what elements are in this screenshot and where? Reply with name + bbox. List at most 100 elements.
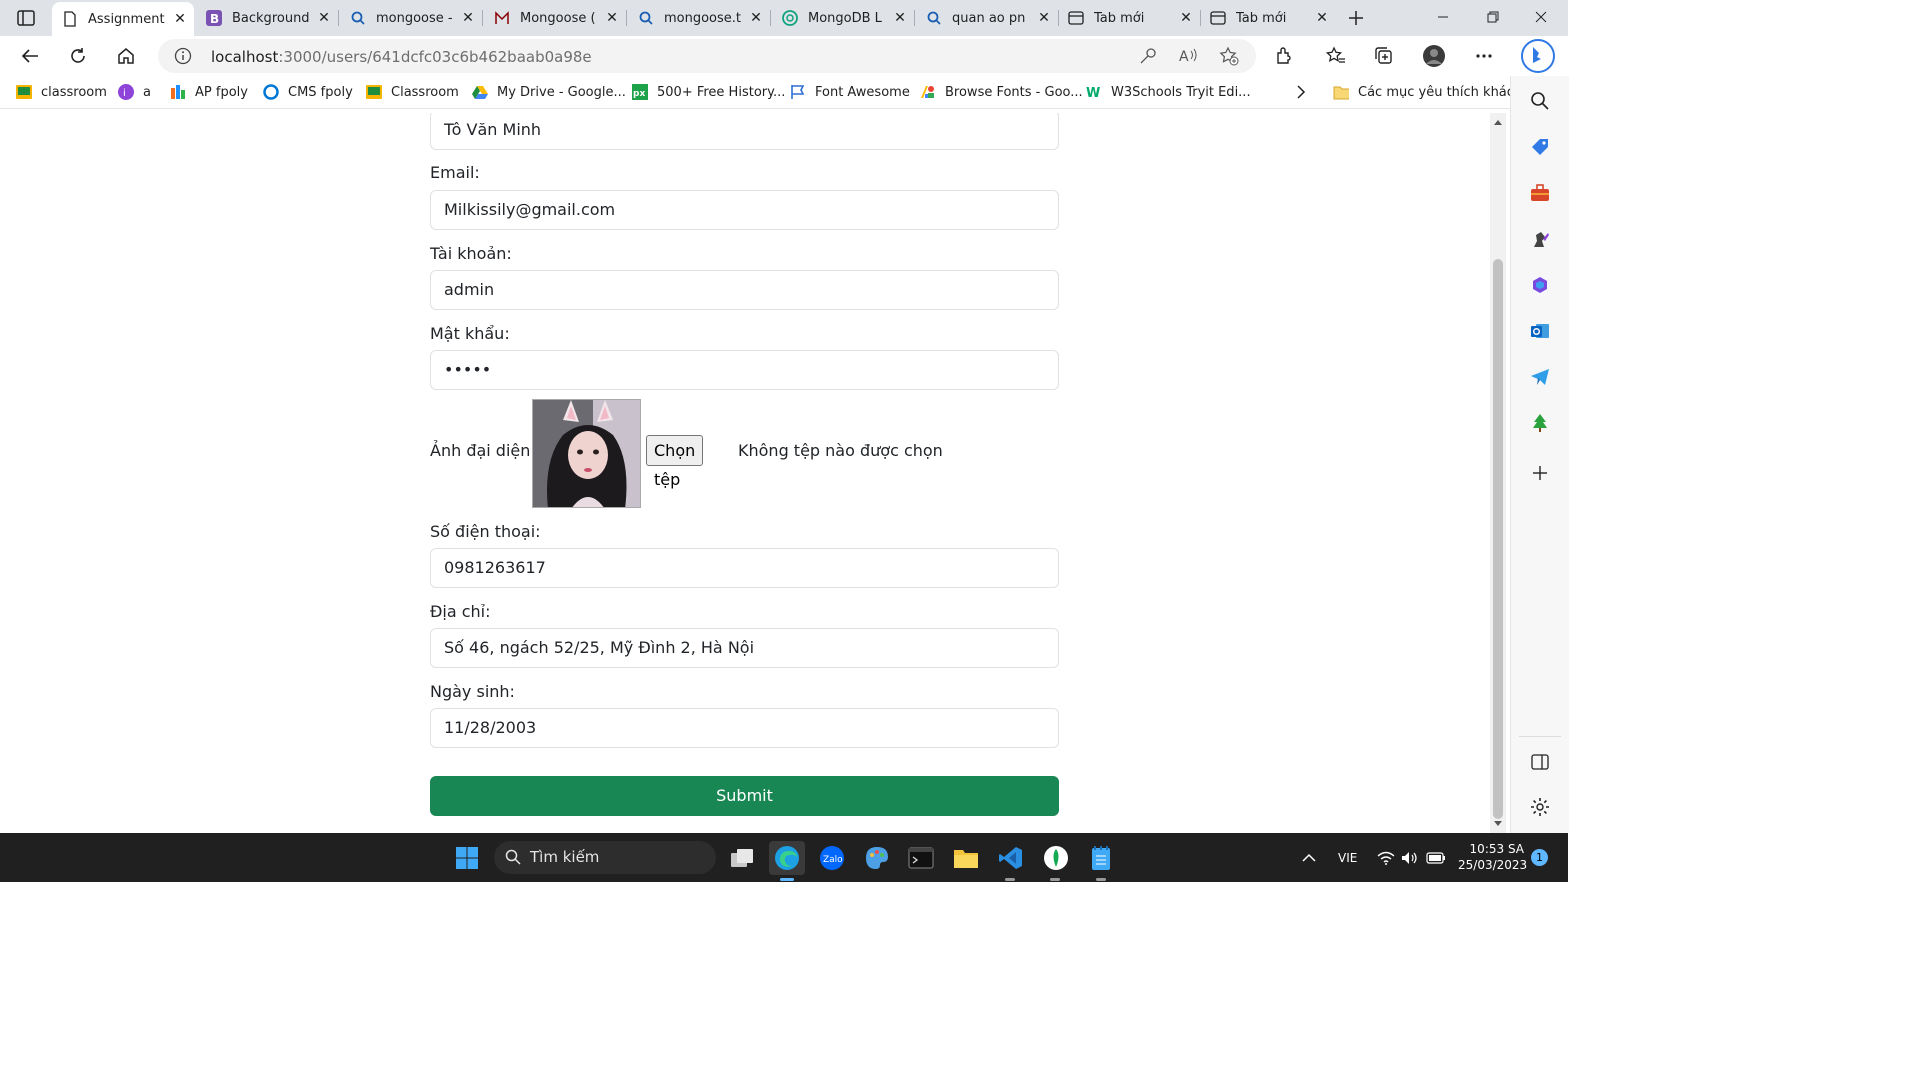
close-window-button[interactable] bbox=[1518, 0, 1564, 34]
bookmark-font-awesome[interactable]: Font Awesome bbox=[790, 82, 910, 102]
extensions-icon[interactable] bbox=[1268, 40, 1300, 72]
back-button[interactable] bbox=[14, 40, 46, 72]
language-indicator[interactable]: VIE bbox=[1338, 851, 1357, 865]
tab-mongoose-search[interactable]: mongoose - ✕ bbox=[340, 4, 482, 32]
close-icon[interactable]: ✕ bbox=[172, 11, 188, 27]
bookmark-classroom[interactable]: classroom bbox=[16, 82, 107, 102]
scroll-down-icon[interactable] bbox=[1494, 820, 1502, 828]
running-app-indicator bbox=[1050, 878, 1060, 881]
tab-mongoose-t[interactable]: mongoose.t ✕ bbox=[628, 4, 770, 32]
info-icon[interactable] bbox=[174, 47, 192, 65]
outlook-icon[interactable] bbox=[1527, 318, 1553, 344]
bookmark-w3schools[interactable]: W W3Schools Tryit Edi... bbox=[1086, 82, 1251, 102]
restore-button[interactable] bbox=[1470, 0, 1516, 34]
zalo-icon[interactable]: Zalo bbox=[814, 841, 850, 875]
address-bar[interactable]: localhost:3000/users/641dcfc03c6b462baab… bbox=[158, 39, 1256, 73]
phone-input[interactable]: 0981263617 bbox=[430, 548, 1059, 588]
search-icon[interactable] bbox=[1527, 88, 1553, 114]
add-sidebar-app-icon[interactable] bbox=[1527, 460, 1553, 486]
bookmark-a[interactable]: i a bbox=[118, 82, 151, 102]
settings-gear-icon[interactable] bbox=[1527, 794, 1553, 820]
tab-quan-ao[interactable]: quan ao pn ✕ bbox=[916, 4, 1058, 32]
volume-icon[interactable] bbox=[1399, 841, 1421, 875]
add-favorite-icon[interactable] bbox=[1219, 46, 1239, 66]
bookmark-cms-fpoly[interactable]: CMS fpoly bbox=[263, 82, 353, 102]
tab-title: MongoDB L bbox=[808, 10, 882, 26]
tab-new-1[interactable]: Tab mới ✕ bbox=[1058, 4, 1200, 32]
favorites-icon[interactable] bbox=[1320, 40, 1352, 72]
avatar-image bbox=[532, 399, 641, 508]
bookmark-my-drive[interactable]: My Drive - Google... bbox=[472, 82, 626, 102]
taskbar-search-box[interactable]: Tìm kiếm bbox=[494, 841, 716, 874]
paint-icon[interactable] bbox=[859, 841, 895, 875]
other-favorites-folder[interactable]: Các mục yêu thích khác bbox=[1333, 82, 1514, 102]
chevron-up-icon[interactable] bbox=[1291, 841, 1327, 875]
clock-time[interactable]: 10:53 SA bbox=[1462, 842, 1524, 856]
key-icon[interactable] bbox=[1138, 46, 1158, 66]
scroll-up-icon[interactable] bbox=[1494, 118, 1502, 126]
bing-chat-icon[interactable] bbox=[1520, 38, 1556, 74]
tab-actions-menu-icon[interactable] bbox=[10, 6, 42, 30]
tab-assignment[interactable]: Assignment ✕ bbox=[52, 2, 194, 36]
notepad-icon[interactable] bbox=[1083, 841, 1119, 875]
tab-new-2[interactable]: Tab mới ✕ bbox=[1200, 4, 1336, 32]
tab-mongodb[interactable]: MongoDB L ✕ bbox=[772, 4, 914, 32]
close-icon[interactable]: ✕ bbox=[604, 10, 620, 26]
tab-separator bbox=[482, 10, 483, 26]
refresh-button[interactable] bbox=[62, 40, 94, 72]
account-input[interactable]: admin bbox=[430, 270, 1059, 310]
games-icon[interactable] bbox=[1527, 226, 1553, 252]
tree-icon[interactable] bbox=[1527, 410, 1553, 436]
telegram-send-icon[interactable] bbox=[1527, 364, 1553, 390]
chevron-right-icon[interactable] bbox=[1296, 82, 1306, 102]
bookmark-free-history[interactable]: px 500+ Free History... bbox=[632, 82, 785, 102]
home-button[interactable] bbox=[110, 40, 142, 72]
dob-input[interactable]: 11/28/2003 bbox=[430, 708, 1059, 748]
close-icon[interactable]: ✕ bbox=[748, 10, 764, 26]
bookmark-ap-fpoly[interactable]: AP fpoly bbox=[170, 82, 248, 102]
wifi-icon[interactable] bbox=[1375, 841, 1397, 875]
more-options-icon[interactable] bbox=[1468, 40, 1500, 72]
clock-date[interactable]: 25/03/2023 bbox=[1458, 858, 1527, 872]
name-input[interactable]: Tô Văn Minh bbox=[430, 113, 1059, 150]
choose-file-button[interactable]: Chọn tệp bbox=[646, 435, 704, 489]
tab-mongoose-docs[interactable]: Mongoose ( ✕ bbox=[484, 4, 626, 32]
submit-button[interactable]: Submit bbox=[430, 776, 1059, 816]
notification-badge[interactable]: 1 bbox=[1531, 849, 1548, 866]
close-icon[interactable]: ✕ bbox=[1178, 10, 1194, 26]
email-input[interactable]: Milkissily@gmail.com bbox=[430, 190, 1059, 230]
battery-icon[interactable] bbox=[1424, 841, 1448, 875]
windows-start-icon[interactable] bbox=[449, 841, 485, 875]
bookmark-classroom-2[interactable]: Classroom bbox=[366, 82, 459, 102]
edge-taskbar-icon[interactable] bbox=[769, 841, 805, 875]
address-input[interactable]: Số 46, ngách 52/25, Mỹ Đình 2, Hà Nội bbox=[430, 628, 1059, 668]
shopping-tag-icon[interactable] bbox=[1527, 134, 1553, 160]
file-explorer-icon[interactable] bbox=[948, 841, 984, 875]
bookmark-label: AP fpoly bbox=[195, 84, 248, 100]
close-icon[interactable]: ✕ bbox=[1036, 10, 1052, 26]
bookmark-google-fonts[interactable]: Browse Fonts - Goo... bbox=[920, 82, 1083, 102]
scroll-thumb[interactable] bbox=[1493, 259, 1503, 819]
vscode-icon[interactable] bbox=[993, 841, 1029, 875]
terminal-icon[interactable] bbox=[903, 841, 939, 875]
task-view-icon[interactable] bbox=[724, 841, 760, 875]
close-icon[interactable]: ✕ bbox=[316, 10, 332, 26]
tab-background[interactable]: B Background ✕ bbox=[196, 4, 338, 32]
mongodb-compass-icon[interactable] bbox=[1038, 841, 1074, 875]
password-input[interactable]: ••••• bbox=[430, 350, 1059, 390]
bookmark-label: Classroom bbox=[391, 84, 459, 100]
minimize-button[interactable] bbox=[1420, 0, 1466, 34]
close-icon[interactable]: ✕ bbox=[892, 10, 908, 26]
url-text[interactable]: localhost:3000/users/641dcfc03c6b462baab… bbox=[211, 48, 592, 66]
tools-icon[interactable] bbox=[1527, 180, 1553, 206]
collections-icon[interactable] bbox=[1368, 40, 1400, 72]
close-icon[interactable]: ✕ bbox=[460, 10, 476, 26]
tab-title: Mongoose ( bbox=[520, 10, 596, 26]
hide-sidebar-icon[interactable] bbox=[1527, 749, 1553, 775]
new-tab-button[interactable] bbox=[1343, 6, 1369, 30]
close-icon[interactable]: ✕ bbox=[1314, 10, 1330, 26]
profile-avatar[interactable] bbox=[1418, 40, 1450, 72]
microsoft-365-icon[interactable] bbox=[1527, 272, 1553, 298]
page-scrollbar[interactable] bbox=[1490, 113, 1506, 833]
read-aloud-icon[interactable]: A bbox=[1178, 46, 1198, 66]
